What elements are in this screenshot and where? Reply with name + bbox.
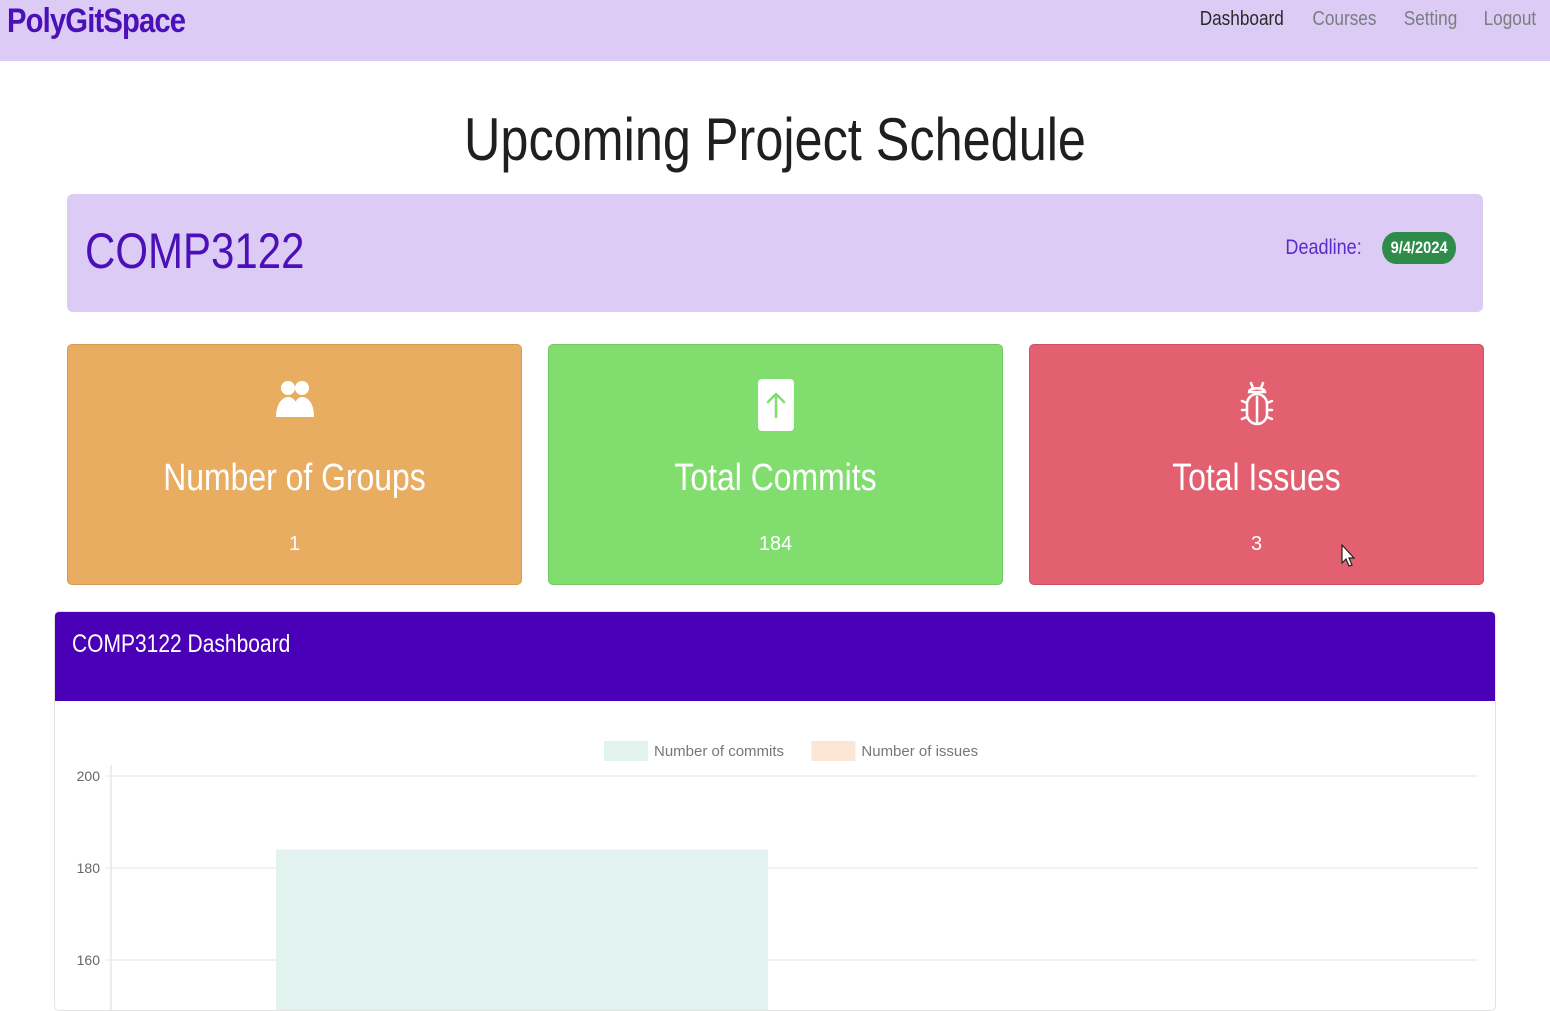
dashboard-header: COMP3122 Dashboard <box>55 612 1495 701</box>
legend-swatch-0 <box>604 741 648 761</box>
y-tick-label-1: 180 <box>77 860 101 876</box>
legend-label-0: Number of commits <box>654 743 784 760</box>
dashboard-panel: COMP3122 Dashboard Number of commits Numb… <box>54 611 1496 1011</box>
nav-links: Dashboard Courses Setting Logout <box>1168 8 1536 31</box>
commit-arrow-icon <box>549 379 1002 435</box>
course-header-card: COMP3122 Deadline: 9/4/2024 <box>67 194 1483 312</box>
nav-courses-link[interactable]: Courses <box>1313 8 1377 31</box>
legend-label-1: Number of issues <box>861 743 978 760</box>
people-icon <box>68 379 521 435</box>
groups-stat-card[interactable]: Number of Groups 1 <box>67 344 522 585</box>
brand-logo[interactable]: PolyGitSpace <box>7 2 186 41</box>
issues-stat-label: Total Issues <box>1172 457 1341 499</box>
deadline-badge: 9/4/2024 <box>1381 232 1456 264</box>
y-tick-label-2: 160 <box>77 952 101 968</box>
nav-logout-link[interactable]: Logout <box>1483 8 1536 31</box>
mouse-cursor-icon <box>1341 544 1355 567</box>
commits-stat-card[interactable]: Total Commits 184 <box>548 344 1003 585</box>
legend-swatch-1 <box>811 741 856 761</box>
deadline-label: Deadline: <box>1285 236 1362 259</box>
commits-issues-chart: Number of commits Number of issues 200 180 1… <box>77 741 1478 1010</box>
commits-stat-label: Total Commits <box>674 457 877 499</box>
deadline-info: Deadline: 9/4/2024 <box>1273 232 1456 264</box>
groups-stat-label: Number of Groups <box>163 457 426 499</box>
course-code: COMP3122 <box>85 223 305 279</box>
issues-stat-value: 3 <box>1250 533 1263 555</box>
nav-dashboard-link[interactable]: Dashboard <box>1200 8 1284 31</box>
issues-stat-card[interactable]: Total Issues 3 <box>1029 344 1484 585</box>
y-tick-label-0: 200 <box>77 768 101 784</box>
dashboard-title: COMP3122 Dashboard <box>72 630 291 658</box>
page-title: Upcoming Project Schedule <box>464 106 1086 173</box>
commits-stat-value: 184 <box>758 533 793 555</box>
groups-stat-value: 1 <box>288 533 301 555</box>
bug-icon <box>1030 379 1483 435</box>
top-navbar: PolyGitSpace Dashboard Courses Setting L… <box>0 0 1550 61</box>
bar-0 <box>276 849 768 1010</box>
nav-setting-link[interactable]: Setting <box>1403 8 1457 31</box>
